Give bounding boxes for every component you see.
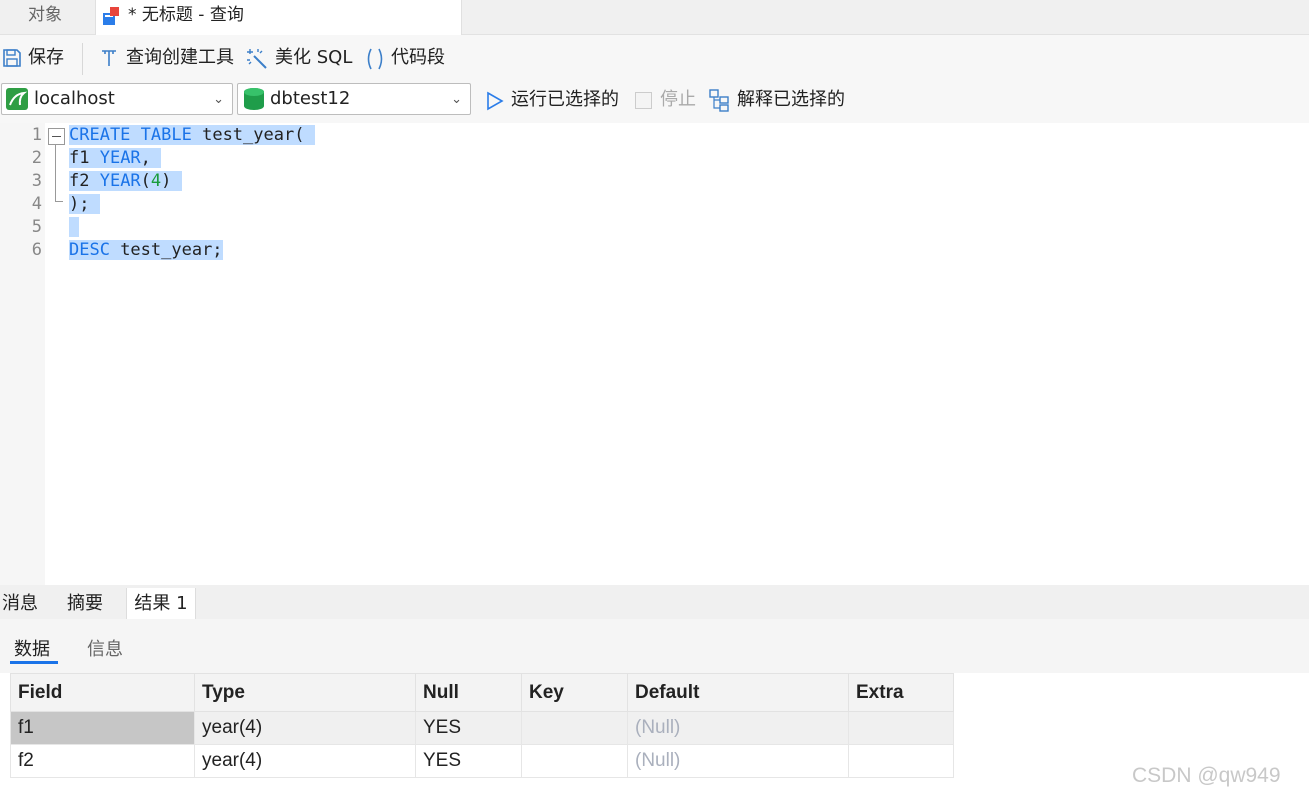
subtab-info[interactable]: 信息 [87,635,123,661]
connection-select-value: localhost [34,88,115,109]
grid-cell[interactable]: f1 [10,711,195,745]
code-snippet-label: 代码段 [391,47,445,68]
column-header[interactable]: Field [10,673,195,712]
parentheses-icon [367,48,383,70]
code-line-4: ); [69,194,100,214]
result-subtabs: 数据 信息 [0,619,1309,673]
database-select-value: dbtest12 [270,88,351,109]
code-line-3: f2 YEAR(4) [69,171,182,191]
tab-messages[interactable]: 消息 [2,585,38,619]
line-number: 4 [31,194,42,214]
column-header[interactable]: Type [194,673,416,712]
mysql-connection-icon [6,88,28,110]
document-tab-bar: 对象 * 无标题 - 查询 [0,0,1309,35]
subtab-data[interactable]: 数据 [14,635,50,661]
result-panel-tabs: 消息 摘要 结果 1 [0,585,1309,620]
table-row[interactable]: f1 year(4) YES (Null) [10,711,954,745]
line-number: 1 [31,125,42,145]
stop-button[interactable]: 停止 [634,85,704,115]
column-header[interactable]: Default [627,673,849,712]
grid-cell[interactable] [848,711,954,745]
code-line-1: CREATE TABLE test_year( [69,125,315,145]
play-icon [487,91,504,111]
column-header[interactable]: Null [415,673,522,712]
line-number: 6 [31,240,42,260]
grid-cell[interactable]: f2 [10,744,195,778]
database-icon [244,88,264,110]
line-number: 3 [31,171,42,191]
stop-label: 停止 [660,89,696,110]
line-number: 2 [31,148,42,168]
explain-selected-button[interactable]: 解释已选择的 [709,85,849,115]
save-label: 保存 [28,47,64,68]
active-subtab-indicator [10,661,58,664]
code-line-2: f1 YEAR, [69,148,162,168]
tab-summary[interactable]: 摘要 [67,585,103,619]
fold-collapse-icon[interactable] [48,128,65,145]
grid-cell[interactable]: YES [415,711,522,745]
magic-wand-icon [247,49,267,69]
explain-icon [709,89,729,112]
line-number: 5 [31,217,42,237]
fold-guide-end [55,201,63,202]
line-number-gutter: 1 2 3 4 5 6 [0,123,45,585]
grid-cell[interactable]: (Null) [627,711,849,745]
grid-cell[interactable]: (Null) [627,744,849,778]
tab-result-1[interactable]: 结果 1 [126,588,196,620]
explain-selected-label: 解释已选择的 [737,89,845,110]
run-selected-label: 运行已选择的 [511,89,619,110]
tab-query[interactable]: * 无标题 - 查询 [95,0,462,35]
grid-cell[interactable]: year(4) [194,711,416,745]
stop-icon [635,92,652,109]
grid-cell[interactable] [848,744,954,778]
watermark: CSDN @qw949 [1132,764,1281,787]
grid-cell[interactable] [521,744,628,778]
grid-header-row: Field Type Null Key Default Extra [10,673,954,712]
query-builder-label: 查询创建工具 [126,47,234,68]
query-builder-button[interactable]: 查询创建工具 [99,43,239,73]
chevron-down-icon: ⌄ [451,92,462,107]
code-line-6: DESC test_year; [69,240,223,260]
code-line-5 [69,216,80,239]
chevron-down-icon: ⌄ [213,92,224,107]
grid-cell[interactable]: year(4) [194,744,416,778]
editor-toolbar: 保存 查询创建工具 美化 SQL 代码段 [0,35,1309,81]
beautify-sql-button[interactable]: 美化 SQL [246,43,356,73]
save-button[interactable]: 保存 [2,43,72,73]
code-snippet-button[interactable]: 代码段 [364,43,454,73]
save-icon [3,49,21,67]
toolbar-divider [82,43,83,75]
table-row[interactable]: f2 year(4) YES (Null) [10,744,954,778]
grid-cell[interactable]: YES [415,744,522,778]
tab-objects[interactable]: 对象 [0,0,90,34]
fold-guide-line [55,144,56,201]
connection-select[interactable]: localhost ⌄ [1,83,233,115]
column-header[interactable]: Extra [848,673,954,712]
run-selected-button[interactable]: 运行已选择的 [486,85,626,115]
grid-cell[interactable] [521,711,628,745]
column-header[interactable]: Key [521,673,628,712]
database-select[interactable]: dbtest12 ⌄ [237,83,471,115]
sql-editor[interactable]: 1 2 3 4 5 6 CREATE TABLE test_year( f1 Y… [0,123,1309,585]
result-grid[interactable]: Field Type Null Key Default Extra f1 yea… [10,673,954,778]
connection-bar: localhost ⌄ dbtest12 ⌄ 运行已选择的 停止 解释已选择的 [0,81,1309,123]
beautify-sql-label: 美化 SQL [275,47,353,68]
query-icon [103,7,119,25]
query-builder-icon [102,50,116,66]
tab-query-label: * 无标题 - 查询 [128,5,244,25]
